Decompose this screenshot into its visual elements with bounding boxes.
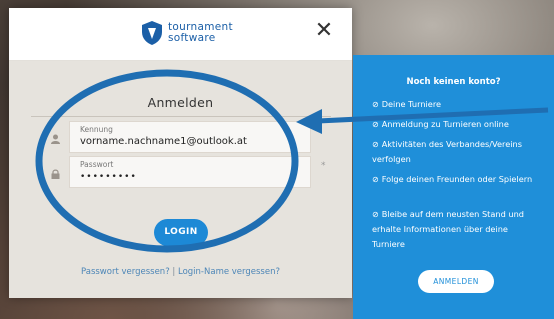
benefit-text: Aktivitäten des Verbandes/Vereins verfol…	[372, 139, 523, 164]
benefit-item: ⊘ Folge deinen Freunden oder Spielern	[372, 172, 542, 187]
check-circle-icon: ⊘	[372, 100, 379, 109]
logo-line-2: software	[168, 32, 216, 44]
register-button[interactable]: ANMELDEN	[418, 270, 494, 293]
benefit-item: ⊘ Bleibe auf dem neusten Stand und erhalt…	[372, 207, 542, 252]
benefit-text: Bleibe auf dem neusten Stand und erhalte…	[372, 209, 524, 249]
benefit-text: Anmeldung zu Turnieren online	[381, 119, 509, 129]
benefit-text: Folge deinen Freunden oder Spielern	[381, 174, 533, 184]
password-label: Passwort	[80, 160, 114, 169]
password-value[interactable]: •••••••••	[80, 172, 137, 182]
help-links: Passwort vergessen? | Login-Name vergess…	[9, 267, 352, 277]
logo-text: tournament software	[168, 22, 233, 44]
check-circle-icon: ⊘	[372, 210, 379, 219]
forgot-password-link[interactable]: Passwort vergessen?	[81, 267, 170, 277]
register-panel: Noch keinen konto? ⊘ Deine Turniere ⊘ Anme…	[353, 55, 554, 319]
login-dialog: tournament software ✕ Anmelden Kennung v…	[9, 8, 352, 298]
lock-icon	[51, 169, 60, 182]
close-icon[interactable]: ✕	[313, 20, 335, 42]
user-icon	[51, 134, 60, 147]
register-panel-title: Noch keinen konto?	[406, 77, 501, 87]
forgot-login-link[interactable]: Login-Name vergessen?	[178, 267, 280, 277]
password-field[interactable]: Passwort •••••••••	[69, 156, 311, 188]
benefit-text: Deine Turniere	[381, 99, 442, 109]
link-separator: |	[169, 267, 178, 277]
benefit-item: ⊘ Anmeldung zu Turnieren online	[372, 117, 542, 132]
shield-icon	[142, 21, 162, 45]
tournament-software-logo: tournament software	[141, 20, 233, 46]
username-label: Kennung	[80, 125, 113, 134]
login-button[interactable]: LOGIN	[154, 219, 208, 246]
page-title: Anmelden	[147, 95, 214, 110]
check-circle-icon: ⊘	[372, 175, 379, 184]
required-marker: *	[321, 161, 326, 171]
check-circle-icon: ⊘	[372, 140, 379, 149]
title-divider	[31, 116, 331, 117]
dialog-header: tournament software ✕	[9, 8, 352, 61]
dialog-body: Anmelden Kennung vorname.nachname1@outlo…	[9, 61, 352, 298]
benefit-item: ⊘ Deine Turniere	[372, 97, 542, 112]
username-field[interactable]: Kennung vorname.nachname1@outlook.at	[69, 121, 311, 153]
username-value[interactable]: vorname.nachname1@outlook.at	[80, 136, 247, 147]
benefit-item: ⊘ Aktivitäten des Verbandes/Vereins verfo…	[372, 137, 542, 167]
check-circle-icon: ⊘	[372, 120, 379, 129]
